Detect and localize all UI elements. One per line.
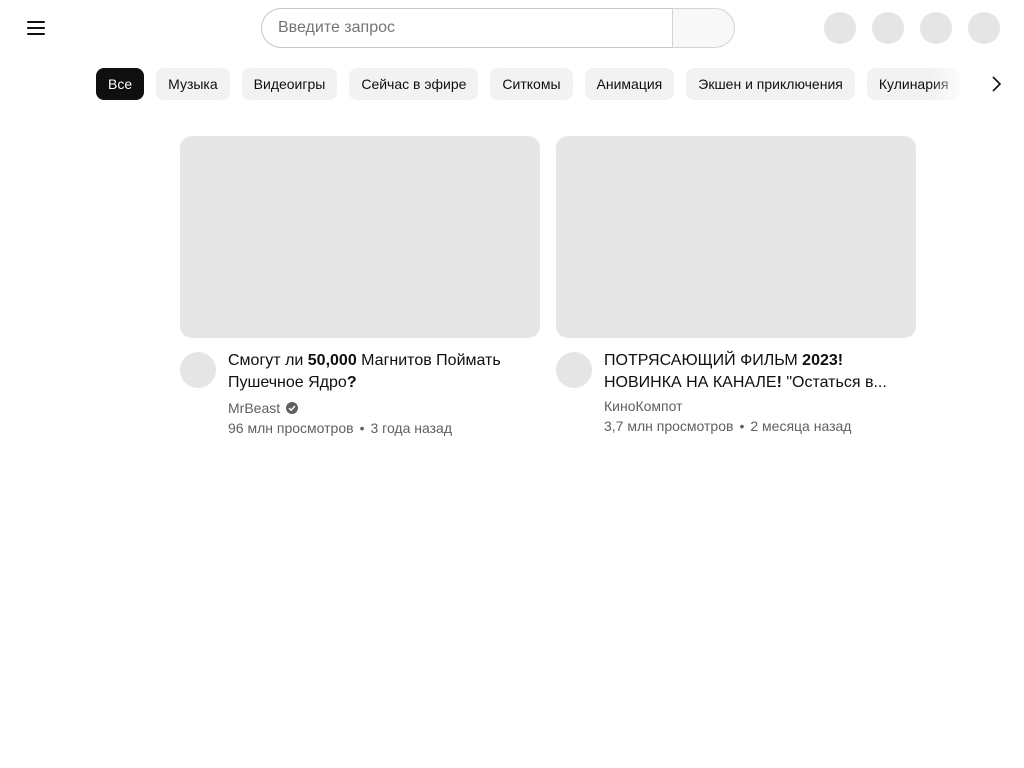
video-title[interactable]: ПОТРЯСАЮЩИЙ ФИЛЬМ 2023! НОВИНКА НА КАНАЛ…	[604, 350, 904, 394]
channel-avatar[interactable]	[180, 352, 216, 388]
chip-action-adventure[interactable]: Экшен и приключения	[686, 68, 855, 100]
chip-live[interactable]: Сейчас в эфире	[349, 68, 479, 100]
account-avatar[interactable]	[968, 12, 1000, 44]
title-part-bold: 2023!	[802, 352, 844, 369]
video-details: ПОТРЯСАЮЩИЙ ФИЛЬМ 2023! НОВИНКА НА КАНАЛ…	[556, 350, 916, 440]
menu-line	[27, 27, 45, 29]
top-bar	[0, 0, 1024, 56]
menu-line	[27, 21, 45, 23]
video-thumbnail[interactable]	[180, 136, 540, 338]
separator-dot: •	[739, 418, 745, 434]
video-thumbnail[interactable]	[556, 136, 916, 338]
chip-all[interactable]: Все	[96, 68, 145, 100]
channel-line: MrBeast	[228, 398, 528, 418]
chevron-right-icon[interactable]	[980, 68, 1012, 100]
video-stats: 3,7 млн просмотров • 2 месяца назад	[604, 416, 904, 436]
menu-line	[27, 33, 45, 35]
channel-name[interactable]: MrBeast	[228, 398, 280, 418]
title-part: НОВИНКА НА КАНАЛЕ	[604, 374, 777, 391]
search-box	[261, 8, 735, 48]
title-part-bold: 50,000	[307, 352, 357, 369]
video-title[interactable]: Смогут ли 50,000 Магнитов Поймать Пушечн…	[228, 350, 528, 394]
separator-dot: •	[359, 420, 365, 436]
title-part: "Остаться в...	[781, 374, 887, 391]
view-count: 96 млн просмотров	[228, 420, 354, 436]
video-meta: Смогут ли 50,000 Магнитов Поймать Пушечн…	[228, 350, 528, 438]
title-part-bold: ?	[346, 374, 357, 391]
view-count: 3,7 млн просмотров	[604, 418, 734, 434]
chip-videogames[interactable]: Видеоигры	[241, 68, 338, 100]
hamburger-menu-icon[interactable]	[16, 8, 56, 48]
title-part: ПОТРЯСАЮЩИЙ ФИЛЬМ	[604, 352, 803, 369]
chips-fade	[930, 64, 980, 104]
video-meta: ПОТРЯСАЮЩИЙ ФИЛЬМ 2023! НОВИНКА НА КАНАЛ…	[604, 350, 904, 436]
create-button[interactable]	[824, 12, 856, 44]
upload-age: 2 месяца назад	[750, 418, 852, 434]
search-button[interactable]	[672, 8, 735, 48]
verified-badge-icon	[286, 402, 299, 414]
video-card[interactable]: Смогут ли 50,000 Магнитов Поймать Пушечн…	[180, 136, 540, 440]
apps-button[interactable]	[920, 12, 952, 44]
category-chips-bar: Все Музыка Видеоигры Сейчас в эфире Ситк…	[96, 68, 968, 100]
channel-avatar[interactable]	[556, 352, 592, 388]
video-card[interactable]: ПОТРЯСАЮЩИЙ ФИЛЬМ 2023! НОВИНКА НА КАНАЛ…	[556, 136, 916, 440]
notifications-button[interactable]	[872, 12, 904, 44]
chip-sitcoms[interactable]: Ситкомы	[490, 68, 573, 100]
search-input[interactable]	[261, 8, 672, 48]
video-details: Смогут ли 50,000 Магнитов Поймать Пушечн…	[180, 350, 540, 440]
upload-age: 3 года назад	[370, 420, 453, 436]
chip-animation[interactable]: Анимация	[584, 68, 675, 100]
chip-music[interactable]: Музыка	[156, 68, 230, 100]
title-part: Смогут ли	[228, 352, 308, 369]
channel-name[interactable]: КиноКомпот	[604, 396, 683, 416]
video-stats: 96 млн просмотров • 3 года назад	[228, 418, 528, 438]
channel-line: КиноКомпот	[604, 396, 904, 416]
